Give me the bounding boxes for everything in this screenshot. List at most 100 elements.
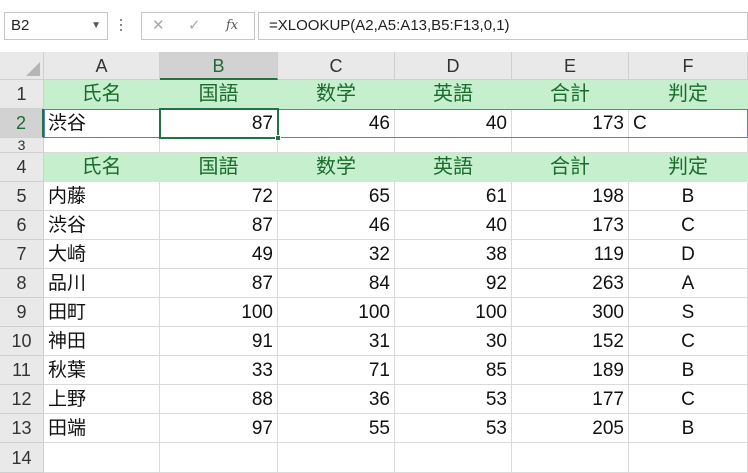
table-cell[interactable]: 秋葉 — [44, 356, 160, 385]
row-header-2[interactable]: 2 — [0, 109, 44, 138]
insert-function-icon[interactable]: fx — [226, 13, 238, 39]
table-cell[interactable]: 46 — [278, 211, 395, 240]
empty-cell[interactable] — [44, 443, 160, 473]
lookup-cell[interactable]: 40 — [395, 109, 512, 138]
formula-input[interactable]: =XLOOKUP(A2,A5:A13,B5:F13,0,1) — [258, 12, 748, 40]
table-cell[interactable]: D — [629, 240, 748, 269]
header-cell[interactable]: 英語 — [395, 153, 512, 182]
table-cell[interactable]: 38 — [395, 240, 512, 269]
header-cell[interactable]: 英語 — [395, 80, 512, 109]
table-cell[interactable]: 65 — [278, 182, 395, 211]
column-header-c[interactable]: C — [278, 52, 395, 80]
table-cell[interactable]: 198 — [512, 182, 629, 211]
row-header-10[interactable]: 10 — [0, 327, 44, 356]
table-cell[interactable]: 87 — [160, 269, 278, 298]
table-cell[interactable]: C — [629, 211, 748, 240]
table-cell[interactable]: 300 — [512, 298, 629, 327]
empty-cell[interactable] — [629, 443, 748, 473]
table-cell[interactable]: 88 — [160, 385, 278, 414]
row-header-1[interactable]: 1 — [0, 80, 44, 109]
table-cell[interactable]: 大崎 — [44, 240, 160, 269]
table-cell[interactable]: 品川 — [44, 269, 160, 298]
table-cell[interactable]: 36 — [278, 385, 395, 414]
table-cell[interactable]: 田町 — [44, 298, 160, 327]
header-cell[interactable]: 氏名 — [44, 80, 160, 109]
empty-cell[interactable] — [512, 138, 629, 153]
table-cell[interactable]: A — [629, 269, 748, 298]
table-cell[interactable]: 205 — [512, 414, 629, 443]
table-cell[interactable]: 100 — [395, 298, 512, 327]
table-cell[interactable]: 33 — [160, 356, 278, 385]
empty-cell[interactable] — [512, 443, 629, 473]
table-cell[interactable]: 173 — [512, 211, 629, 240]
table-cell[interactable]: 72 — [160, 182, 278, 211]
cancel-icon[interactable]: ✕ — [152, 13, 165, 39]
table-cell[interactable]: 97 — [160, 414, 278, 443]
select-all-corner[interactable] — [0, 52, 44, 80]
empty-cell[interactable] — [44, 138, 160, 153]
table-cell[interactable]: 53 — [395, 385, 512, 414]
column-header-b[interactable]: B — [160, 52, 278, 80]
table-cell[interactable]: 92 — [395, 269, 512, 298]
row-header-9[interactable]: 9 — [0, 298, 44, 327]
table-cell[interactable]: 84 — [278, 269, 395, 298]
table-cell[interactable]: 30 — [395, 327, 512, 356]
table-cell[interactable]: B — [629, 414, 748, 443]
name-box[interactable]: B2 ▼ — [4, 12, 108, 40]
table-cell[interactable]: B — [629, 356, 748, 385]
table-cell[interactable]: 上野 — [44, 385, 160, 414]
row-header-11[interactable]: 11 — [0, 356, 44, 385]
lookup-cell[interactable]: 87 — [160, 109, 278, 138]
empty-cell[interactable] — [629, 138, 748, 153]
table-cell[interactable]: 40 — [395, 211, 512, 240]
row-header-6[interactable]: 6 — [0, 211, 44, 240]
table-cell[interactable]: 31 — [278, 327, 395, 356]
header-cell[interactable]: 数学 — [278, 80, 395, 109]
header-cell[interactable]: 国語 — [160, 80, 278, 109]
table-cell[interactable]: 189 — [512, 356, 629, 385]
column-header-a[interactable]: A — [44, 52, 160, 80]
chevron-down-icon[interactable]: ▼ — [91, 13, 101, 39]
column-header-e[interactable]: E — [512, 52, 629, 80]
header-cell[interactable]: 合計 — [512, 80, 629, 109]
table-cell[interactable]: C — [629, 385, 748, 414]
table-cell[interactable]: 61 — [395, 182, 512, 211]
column-header-d[interactable]: D — [395, 52, 512, 80]
lookup-cell[interactable]: 渋谷 — [44, 109, 160, 138]
drag-handle-icon[interactable] — [119, 16, 123, 38]
row-header-14[interactable]: 14 — [0, 443, 44, 473]
table-cell[interactable]: 49 — [160, 240, 278, 269]
empty-cell[interactable] — [278, 443, 395, 473]
row-header-7[interactable]: 7 — [0, 240, 44, 269]
table-cell[interactable]: 71 — [278, 356, 395, 385]
empty-cell[interactable] — [395, 443, 512, 473]
table-cell[interactable]: 100 — [278, 298, 395, 327]
table-cell[interactable]: B — [629, 182, 748, 211]
row-header-4[interactable]: 4 — [0, 153, 44, 182]
header-cell[interactable]: 合計 — [512, 153, 629, 182]
empty-cell[interactable] — [278, 138, 395, 153]
table-cell[interactable]: S — [629, 298, 748, 327]
fill-handle[interactable] — [275, 135, 281, 141]
row-header-13[interactable]: 13 — [0, 414, 44, 443]
table-cell[interactable]: 32 — [278, 240, 395, 269]
lookup-cell[interactable]: 173 — [512, 109, 629, 138]
row-header-12[interactable]: 12 — [0, 385, 44, 414]
enter-icon[interactable]: ✓ — [188, 13, 201, 39]
lookup-cell[interactable]: C — [629, 109, 748, 138]
table-cell[interactable]: 263 — [512, 269, 629, 298]
column-header-f[interactable]: F — [629, 52, 748, 80]
table-cell[interactable]: 177 — [512, 385, 629, 414]
table-cell[interactable]: 152 — [512, 327, 629, 356]
table-cell[interactable]: 119 — [512, 240, 629, 269]
table-cell[interactable]: 53 — [395, 414, 512, 443]
table-cell[interactable]: 87 — [160, 211, 278, 240]
empty-cell[interactable] — [395, 138, 512, 153]
empty-cell[interactable] — [160, 138, 278, 153]
header-cell[interactable]: 国語 — [160, 153, 278, 182]
header-cell[interactable]: 判定 — [629, 80, 748, 109]
table-cell[interactable]: 田端 — [44, 414, 160, 443]
table-cell[interactable]: C — [629, 327, 748, 356]
header-cell[interactable]: 判定 — [629, 153, 748, 182]
table-cell[interactable]: 渋谷 — [44, 211, 160, 240]
